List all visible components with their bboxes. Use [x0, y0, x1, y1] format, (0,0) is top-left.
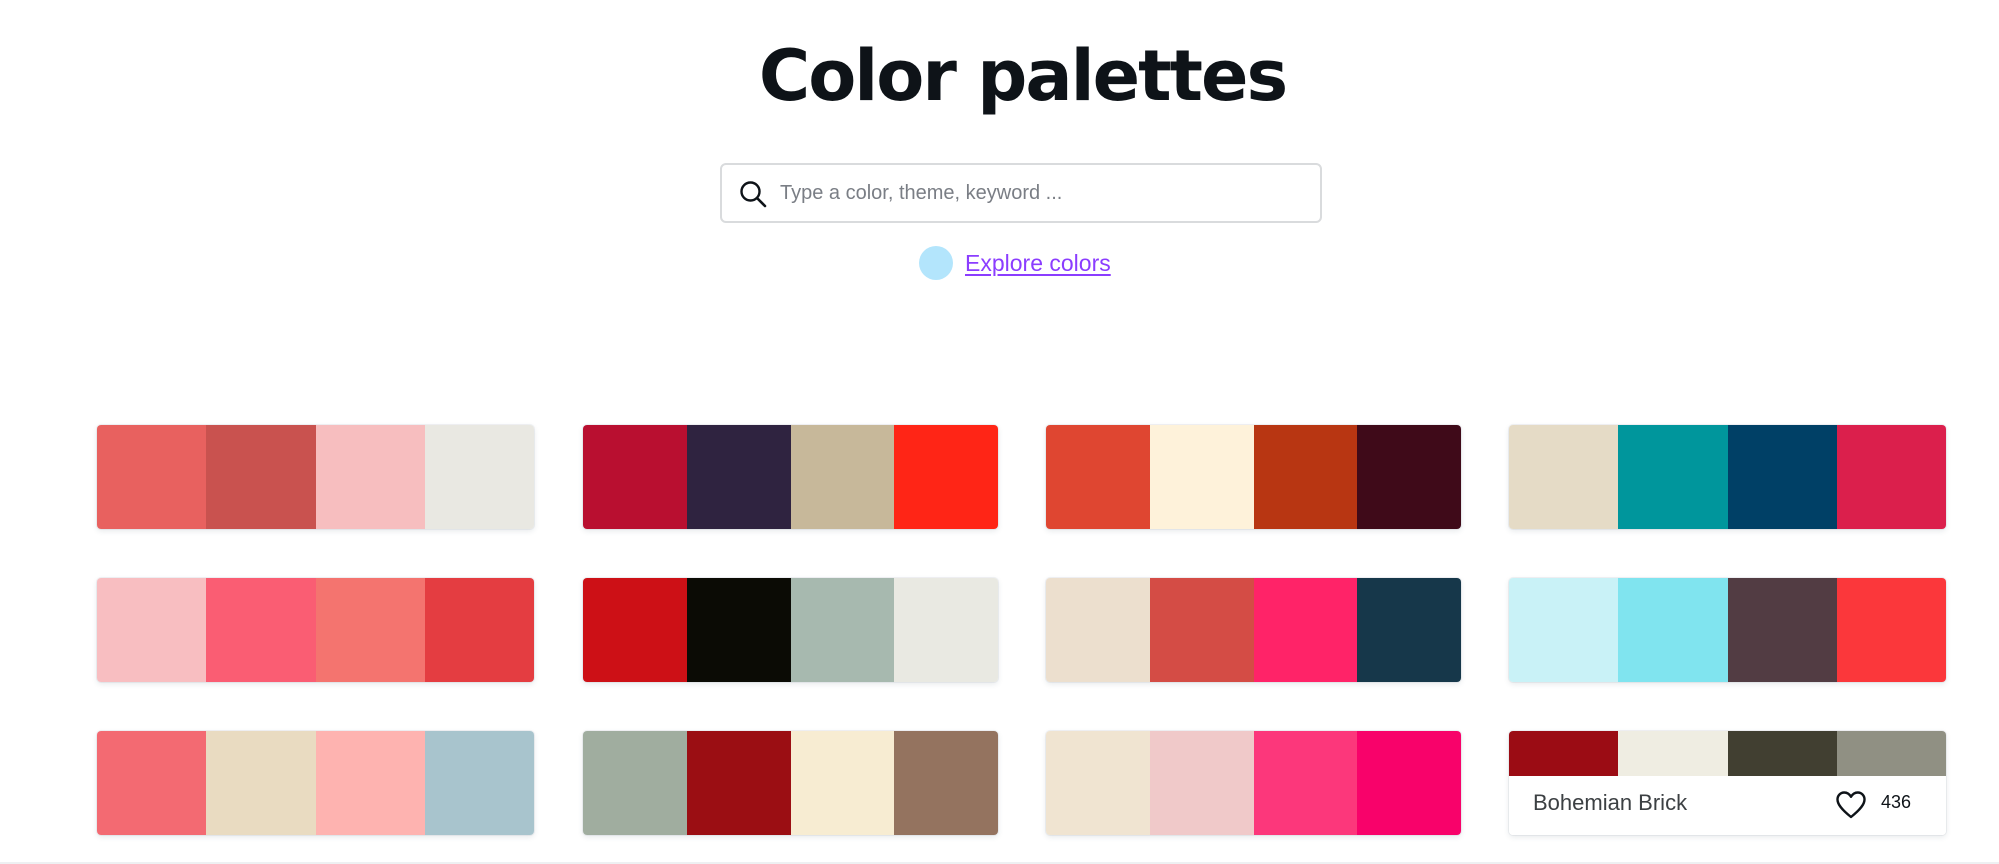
color-swatch[interactable]: [1836, 578, 1946, 682]
color-swatch[interactable]: [1509, 731, 1619, 776]
color-swatch[interactable]: [790, 425, 895, 529]
like-count: 436: [1881, 792, 1912, 812]
palette-card[interactable]: [97, 425, 534, 529]
palette-swatches: [583, 425, 998, 529]
color-swatch[interactable]: [1727, 578, 1837, 682]
color-swatch[interactable]: [686, 425, 791, 529]
explore-colors-link[interactable]: Explore colors: [965, 250, 1111, 277]
color-swatch[interactable]: [1046, 425, 1150, 529]
palette-swatches: [1509, 731, 1946, 776]
palette-swatches: [1046, 731, 1461, 835]
palette-card[interactable]: [583, 578, 998, 682]
color-swatch[interactable]: [206, 578, 316, 682]
palette-card[interactable]: [1046, 578, 1461, 682]
page-title: Color palettes: [758, 35, 1288, 117]
color-swatch[interactable]: [315, 425, 425, 529]
palette-swatches: [1046, 578, 1461, 682]
color-swatch[interactable]: [1149, 731, 1254, 835]
palette-card[interactable]: [1046, 731, 1461, 835]
explore-colors[interactable]: Explore colors: [919, 246, 1111, 280]
color-swatch[interactable]: [206, 425, 316, 529]
palette-swatches: [97, 731, 534, 835]
color-swatch[interactable]: [1357, 425, 1461, 529]
color-swatch[interactable]: [1253, 578, 1358, 682]
color-swatch[interactable]: [1046, 731, 1150, 835]
color-swatch[interactable]: [97, 731, 207, 835]
color-dot-icon: [919, 246, 953, 280]
color-swatch[interactable]: [97, 425, 207, 529]
palette-card[interactable]: [583, 731, 998, 835]
palette-card-featured[interactable]: Bohemian Brick 436: [1509, 731, 1946, 835]
search-icon: [740, 181, 767, 208]
palette-footer: Bohemian Brick 436: [1509, 776, 1946, 835]
palette-swatches: [583, 578, 998, 682]
color-swatch[interactable]: [894, 425, 998, 529]
color-swatch[interactable]: [1509, 425, 1619, 529]
palette-name: Bohemian Brick: [1533, 790, 1688, 815]
color-swatch[interactable]: [1836, 731, 1946, 776]
color-swatch[interactable]: [790, 731, 895, 835]
palette-swatches: [1509, 578, 1946, 682]
color-swatch[interactable]: [97, 578, 207, 682]
color-swatch[interactable]: [1149, 578, 1254, 682]
palette-swatches: [97, 578, 534, 682]
color-swatch[interactable]: [1727, 425, 1837, 529]
color-swatch[interactable]: [583, 731, 687, 835]
palette-card[interactable]: [1509, 578, 1946, 682]
color-swatch[interactable]: [1046, 578, 1150, 682]
color-swatch[interactable]: [1149, 425, 1254, 529]
color-swatch[interactable]: [1253, 425, 1358, 529]
palette-swatches: [1509, 425, 1946, 529]
color-swatch[interactable]: [1727, 731, 1837, 776]
palette-swatches: [1046, 425, 1461, 529]
color-swatch[interactable]: [1618, 425, 1728, 529]
color-swatch[interactable]: [1618, 578, 1728, 682]
palette-swatches: [97, 425, 534, 529]
color-swatch[interactable]: [315, 578, 425, 682]
color-swatch[interactable]: [1357, 578, 1461, 682]
palette-card[interactable]: [97, 731, 534, 835]
color-swatch[interactable]: [424, 578, 534, 682]
color-swatch[interactable]: [424, 425, 534, 529]
palette-card[interactable]: [1046, 425, 1461, 529]
palette-card[interactable]: [1509, 425, 1946, 529]
color-swatch[interactable]: [686, 578, 791, 682]
color-swatch[interactable]: [1618, 731, 1728, 776]
color-swatch[interactable]: [315, 731, 425, 835]
color-swatch[interactable]: [1357, 731, 1461, 835]
color-swatch[interactable]: [1253, 731, 1358, 835]
color-swatch[interactable]: [583, 578, 687, 682]
color-swatch[interactable]: [686, 731, 791, 835]
color-swatch[interactable]: [424, 731, 534, 835]
color-swatch[interactable]: [894, 731, 998, 835]
palette-card[interactable]: [583, 425, 998, 529]
palette-swatches: [583, 731, 998, 835]
color-swatch[interactable]: [1509, 578, 1619, 682]
color-swatch[interactable]: [583, 425, 687, 529]
search-input[interactable]: [780, 165, 1300, 221]
color-swatch[interactable]: [1836, 425, 1946, 529]
color-swatch[interactable]: [206, 731, 316, 835]
heart-icon[interactable]: [1835, 790, 1867, 820]
search-box[interactable]: [720, 163, 1322, 223]
color-swatch[interactable]: [790, 578, 895, 682]
palette-card[interactable]: [97, 578, 534, 682]
color-swatch[interactable]: [894, 578, 998, 682]
